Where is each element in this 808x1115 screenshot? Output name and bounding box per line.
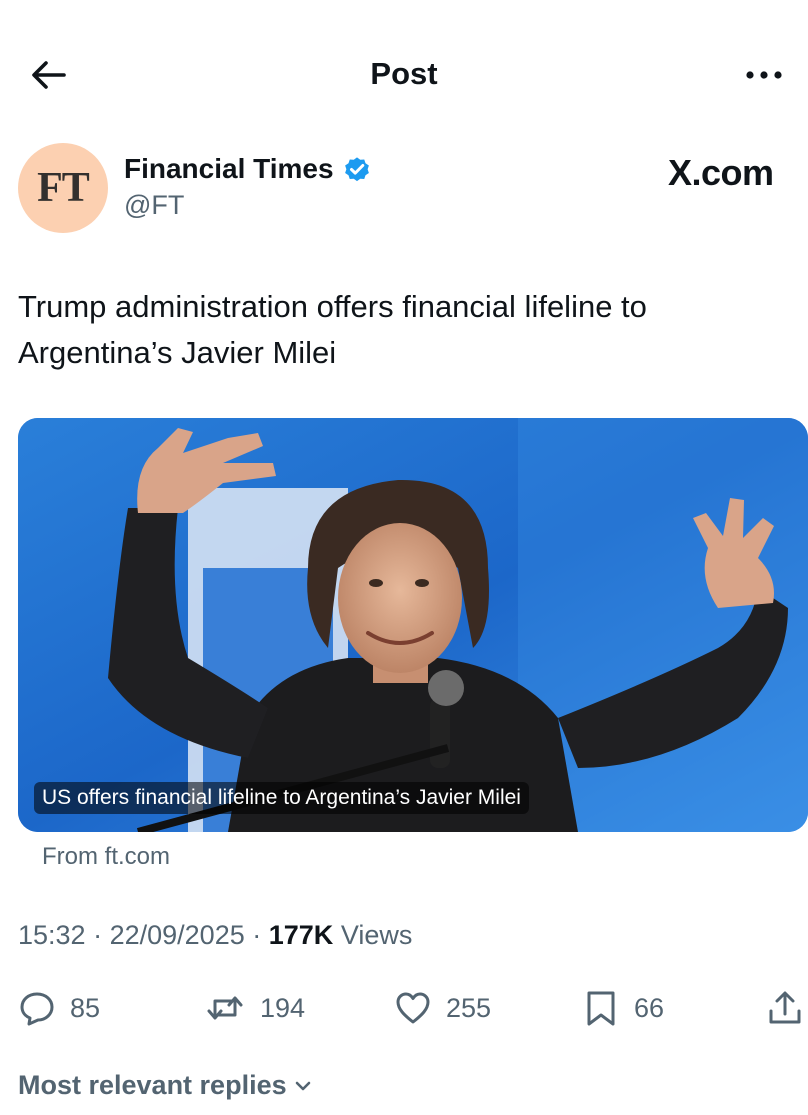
bookmark-count: 66 xyxy=(634,992,665,1023)
share-icon xyxy=(769,991,801,1024)
post-text: Trump administration offers financial li… xyxy=(18,289,647,370)
bookmark-icon xyxy=(587,991,615,1026)
repost-icon xyxy=(207,996,243,1020)
reply-button[interactable]: 85 xyxy=(18,980,100,1036)
action-bar: 85 194 255 66 xyxy=(0,980,808,1036)
card-caption: US offers financial lifeline to Argentin… xyxy=(34,782,529,814)
avatar-logo-text: FT xyxy=(37,165,90,211)
repost-button[interactable]: 194 xyxy=(204,980,305,1036)
views-count: 177K xyxy=(268,920,334,950)
reply-icon xyxy=(20,992,54,1026)
separator-dot: · xyxy=(252,920,269,950)
x-com-watermark: X.com xyxy=(668,152,774,193)
replies-sort-dropdown[interactable]: Most relevant replies xyxy=(18,1070,313,1101)
like-button[interactable]: 255 xyxy=(394,980,491,1036)
verified-badge-icon xyxy=(344,157,369,182)
views-label: Views xyxy=(340,920,413,950)
author-name-row[interactable]: Financial Times xyxy=(124,153,372,185)
more-button[interactable] xyxy=(744,60,784,90)
chevron-down-icon xyxy=(295,1081,310,1090)
avatar[interactable]: FT xyxy=(18,143,108,233)
repost-count: 194 xyxy=(260,992,306,1023)
bookmark-button[interactable]: 66 xyxy=(582,980,664,1036)
author-handle[interactable]: @FT xyxy=(124,190,184,221)
post-date[interactable]: 22/09/2025 xyxy=(110,920,245,950)
author-name: Financial Times xyxy=(124,153,334,184)
share-button[interactable] xyxy=(766,980,804,1036)
heart-icon xyxy=(396,992,430,1024)
replies-sort-label: Most relevant replies xyxy=(18,1070,287,1100)
top-bar: Post xyxy=(0,0,808,150)
reply-count: 85 xyxy=(70,992,101,1023)
post-time[interactable]: 15:32 xyxy=(18,920,86,950)
post-meta: 15:32 · 22/09/2025 · 177K Views xyxy=(18,920,412,951)
more-horizontal-icon xyxy=(746,71,782,79)
link-card[interactable]: US offers financial lifeline to Argentin… xyxy=(18,418,808,832)
card-source-link[interactable]: From ft.com xyxy=(42,843,170,871)
article-photo xyxy=(18,418,808,832)
like-count: 255 xyxy=(446,992,492,1023)
separator-dot: · xyxy=(93,920,110,950)
page-title: Post xyxy=(370,56,438,91)
